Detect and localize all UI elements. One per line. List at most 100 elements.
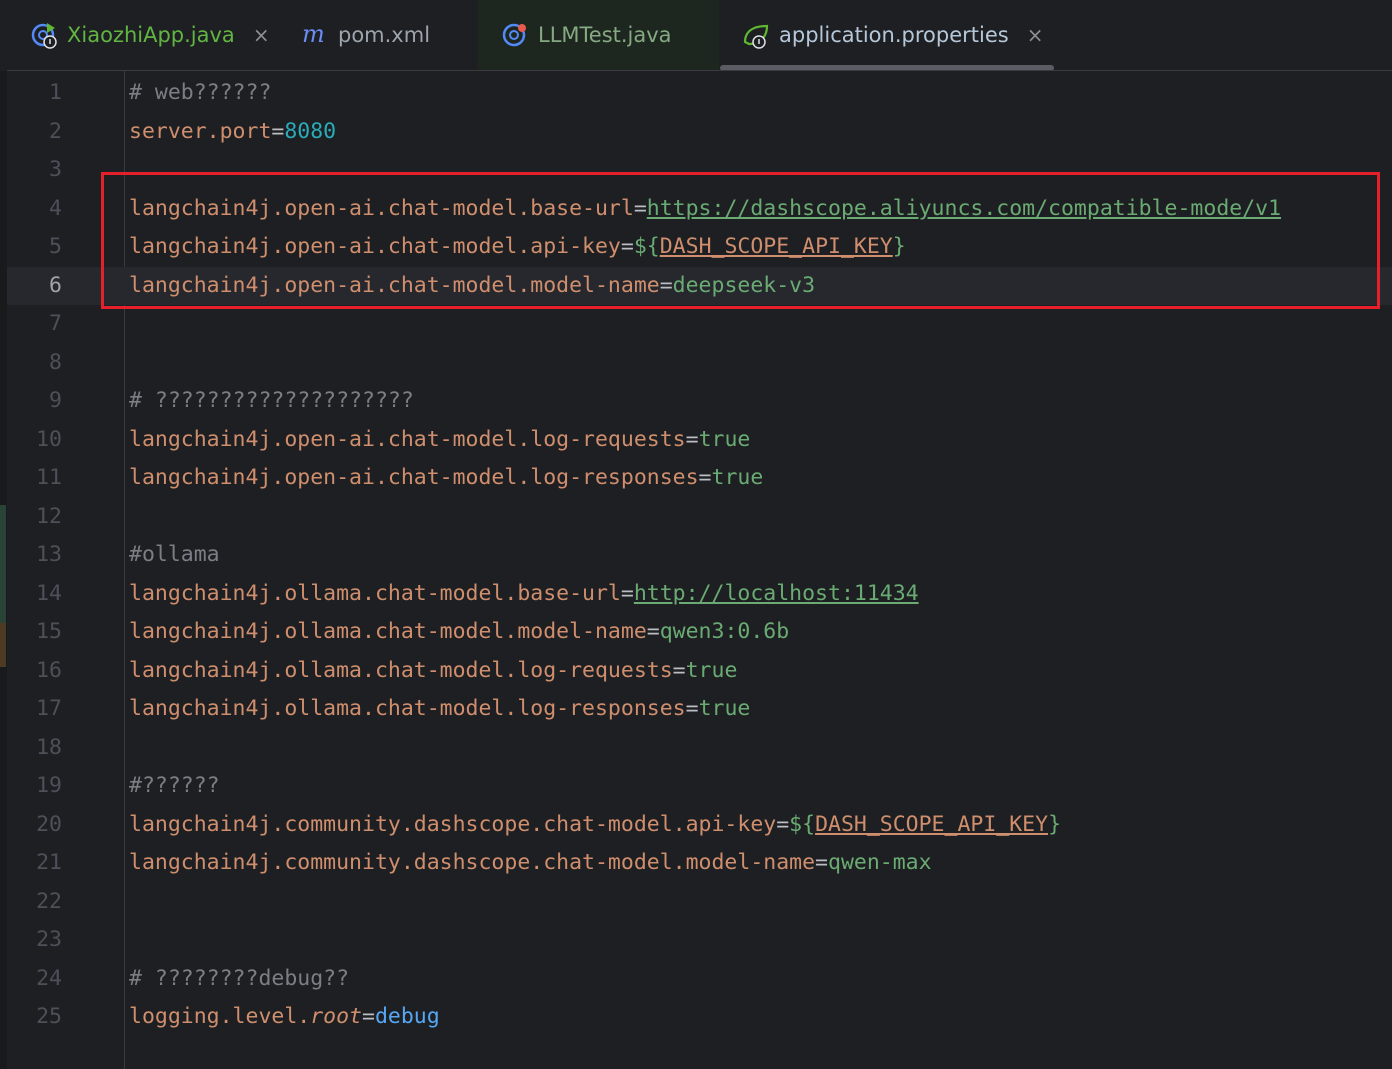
code-line[interactable]: 24 # ????????debug?? bbox=[7, 960, 1392, 998]
comment-text: #ollama bbox=[129, 542, 220, 567]
equals-sign: = bbox=[646, 619, 660, 644]
line-number: 15 bbox=[36, 619, 62, 644]
editor-tab-bar: XiaozhiApp.java × m pom.xml LLMTest.java bbox=[0, 0, 1392, 71]
spring-properties-icon bbox=[741, 20, 771, 50]
code-line[interactable]: 23 bbox=[7, 921, 1392, 959]
code-line[interactable]: 14 langchain4j.ollama.chat-model.base-url… bbox=[7, 575, 1392, 613]
vcs-change-marker[interactable] bbox=[0, 505, 6, 623]
property-key: langchain4j.ollama.chat-model.model-name bbox=[129, 619, 647, 644]
tab-xiaozhiapp-java[interactable]: XiaozhiApp.java × bbox=[7, 0, 272, 70]
property-key: server.port bbox=[129, 118, 272, 144]
line-number: 7 bbox=[49, 311, 62, 336]
property-key: langchain4j.ollama.chat-model.log-reques… bbox=[129, 657, 673, 683]
placeholder-open: ${ bbox=[789, 811, 816, 837]
tab-pom-xml[interactable]: m pom.xml bbox=[272, 0, 478, 70]
line-content: # ????????debug?? bbox=[129, 960, 349, 998]
code-line[interactable]: 20 langchain4j.community.dashscope.chat-m… bbox=[7, 806, 1392, 844]
line-content: #ollama bbox=[129, 536, 220, 574]
property-value: true bbox=[685, 657, 738, 683]
equals-sign: = bbox=[698, 465, 712, 490]
code-line[interactable]: 13 #ollama bbox=[7, 536, 1392, 574]
line-content: langchain4j.community.dashscope.chat-mod… bbox=[129, 844, 932, 882]
code-line[interactable]: 17 langchain4j.ollama.chat-model.log-resp… bbox=[7, 690, 1392, 728]
svg-text:m: m bbox=[302, 20, 325, 48]
vcs-change-marker[interactable] bbox=[0, 623, 6, 667]
code-line[interactable]: 25 logging.level.root=debug bbox=[7, 998, 1392, 1036]
property-value: debug bbox=[374, 1004, 440, 1029]
line-content: langchain4j.ollama.chat-model.log-respon… bbox=[129, 690, 750, 728]
property-value: qwen3:0.6b bbox=[659, 619, 790, 644]
tab-application-properties[interactable]: application.properties × bbox=[719, 0, 1054, 70]
code-line[interactable]: 11 langchain4j.open-ai.chat-model.log-res… bbox=[7, 459, 1392, 497]
code-line[interactable]: 12 bbox=[7, 498, 1392, 536]
code-line[interactable]: 2 server.port=8080 bbox=[7, 113, 1392, 151]
equals-sign: = bbox=[815, 850, 828, 875]
property-key: langchain4j.open-ai.chat-model.log-reque… bbox=[129, 426, 686, 452]
code-line[interactable]: 21 langchain4j.community.dashscope.chat-m… bbox=[7, 844, 1392, 882]
equals-sign: = bbox=[362, 1004, 375, 1029]
tab-label: XiaozhiApp.java bbox=[67, 23, 235, 47]
close-icon[interactable]: × bbox=[253, 23, 270, 47]
java-run-icon bbox=[29, 20, 59, 50]
comment-text: # ???????????????????? bbox=[129, 388, 414, 413]
line-number: 22 bbox=[36, 888, 62, 914]
close-icon[interactable]: × bbox=[1027, 23, 1044, 47]
tab-label: pom.xml bbox=[338, 23, 431, 47]
line-number: 8 bbox=[49, 349, 62, 375]
placeholder-variable: DASH_SCOPE_API_KEY bbox=[815, 811, 1049, 837]
property-value: true bbox=[698, 696, 751, 721]
line-content: logging.level.root=debug bbox=[129, 998, 440, 1036]
tab-label: application.properties bbox=[779, 23, 1009, 47]
property-key: logging.level. bbox=[129, 1004, 311, 1029]
line-number: 10 bbox=[36, 426, 62, 452]
line-number: 2 bbox=[49, 118, 62, 144]
line-content: langchain4j.open-ai.chat-model.log-respo… bbox=[129, 459, 763, 497]
line-content: #?????? bbox=[129, 767, 220, 805]
code-line[interactable]: 16 langchain4j.ollama.chat-model.log-requ… bbox=[7, 652, 1392, 690]
line-number: 3 bbox=[49, 157, 62, 182]
code-line[interactable]: 18 bbox=[7, 729, 1392, 767]
code-line[interactable]: 15 langchain4j.ollama.chat-model.model-na… bbox=[7, 613, 1392, 651]
line-content: langchain4j.ollama.chat-model.model-name… bbox=[129, 613, 789, 651]
equals-sign: = bbox=[685, 426, 699, 452]
code-line[interactable]: 19 #?????? bbox=[7, 767, 1392, 805]
code-line[interactable]: 9 # ???????????????????? bbox=[7, 382, 1392, 420]
comment-text: # ????????debug?? bbox=[129, 965, 350, 991]
line-number: 12 bbox=[36, 503, 62, 529]
equals-sign: = bbox=[672, 657, 686, 683]
property-value: qwen-max bbox=[828, 850, 932, 875]
line-number: 16 bbox=[36, 657, 62, 683]
property-value: 8080 bbox=[284, 118, 337, 144]
line-number: 18 bbox=[36, 734, 62, 760]
tab-llmtest-java[interactable]: LLMTest.java bbox=[478, 0, 719, 70]
java-test-icon bbox=[500, 20, 530, 50]
code-line[interactable]: 7 bbox=[7, 305, 1392, 343]
equals-sign: = bbox=[776, 811, 790, 837]
line-content: langchain4j.community.dashscope.chat-mod… bbox=[129, 806, 1061, 844]
equals-sign: = bbox=[271, 118, 285, 144]
line-number: 14 bbox=[36, 580, 62, 606]
property-key: langchain4j.open-ai.chat-model.log-respo… bbox=[129, 465, 699, 490]
comment-text: # web?????? bbox=[129, 80, 272, 105]
line-content: # ???????????????????? bbox=[129, 382, 414, 420]
highlight-annotation-box bbox=[101, 172, 1380, 309]
line-number: 21 bbox=[36, 850, 62, 875]
line-number: 4 bbox=[49, 195, 62, 221]
line-number: 13 bbox=[36, 542, 62, 567]
property-key: langchain4j.ollama.chat-model.log-respon… bbox=[129, 696, 686, 721]
code-line[interactable]: 1 # web?????? bbox=[7, 74, 1392, 112]
line-number: 11 bbox=[36, 465, 62, 490]
property-key-italic: root bbox=[310, 1004, 362, 1029]
code-line[interactable]: 22 bbox=[7, 883, 1392, 921]
property-value: http://localhost:11434 bbox=[633, 580, 919, 606]
line-number: 19 bbox=[36, 773, 62, 798]
code-line[interactable]: 10 langchain4j.open-ai.chat-model.log-req… bbox=[7, 421, 1392, 459]
line-content: langchain4j.ollama.chat-model.base-url=h… bbox=[129, 575, 919, 613]
property-key: langchain4j.community.dashscope.chat-mod… bbox=[129, 811, 777, 837]
property-value: true bbox=[698, 426, 751, 452]
placeholder-close: } bbox=[1048, 811, 1062, 837]
equals-sign: = bbox=[685, 696, 699, 721]
line-number: 25 bbox=[36, 1004, 62, 1029]
line-number: 17 bbox=[36, 696, 62, 721]
code-line[interactable]: 8 bbox=[7, 344, 1392, 382]
